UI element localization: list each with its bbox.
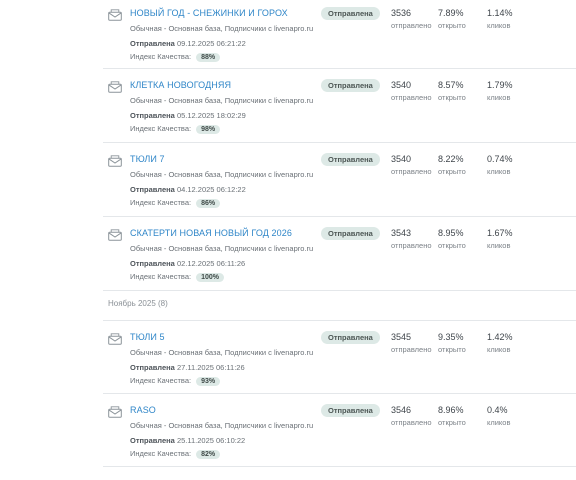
campaign-subtitle: Обычная - Основная база, Подписчики с li… <box>130 24 314 33</box>
campaign-sent-date: Отправлена 02.12.2025 06:11:26 <box>130 259 246 268</box>
campaign-title-link[interactable]: ТЮЛИ 7 <box>130 154 165 164</box>
status-badge: Отправлена <box>321 7 380 20</box>
click-rate-stat: 0.74% кликов <box>487 154 513 176</box>
campaign-sent-date: Отправлена 04.12.2025 06:12:22 <box>130 185 246 194</box>
month-section-title: Ноябрь 2025 (8) <box>108 299 168 308</box>
quality-badge: 82% <box>196 450 221 459</box>
campaign-title-link[interactable]: ТЮЛИ 5 <box>130 332 165 342</box>
campaign-list: НОВЫЙ ГОД - СНЕЖИНКИ И ГОРОХ Обычная - О… <box>0 0 576 467</box>
status-badge: Отправлена <box>321 331 380 344</box>
campaign-row: RASO Обычная - Основная база, Подписчики… <box>103 394 576 467</box>
campaign-sent-date: Отправлена 09.12.2025 06:21:22 <box>130 39 246 48</box>
status-badge: Отправлена <box>321 79 380 92</box>
campaign-subtitle: Обычная - Основная база, Подписчики с li… <box>130 244 314 253</box>
campaign-subtitle: Обычная - Основная база, Подписчики с li… <box>130 348 314 357</box>
quality-badge: 93% <box>196 377 221 386</box>
quality-index: Индекс Качества: 93% <box>130 376 221 386</box>
click-rate-stat: 0.4% кликов <box>487 405 511 427</box>
campaign-row: ТЮЛИ 7 Обычная - Основная база, Подписчи… <box>103 143 576 217</box>
quality-index: Индекс Качества: 82% <box>130 449 221 459</box>
envelope-icon <box>108 229 122 241</box>
campaign-row: НОВЫЙ ГОД - СНЕЖИНКИ И ГОРОХ Обычная - О… <box>103 0 576 69</box>
campaign-title-link[interactable]: КЛЕТКА НОВОГОДНЯЯ <box>130 80 231 90</box>
campaign-sent-date: Отправлена 27.11.2025 06:11:26 <box>130 363 245 372</box>
quality-badge: 86% <box>196 199 221 208</box>
click-rate-stat: 1.67% кликов <box>487 228 513 250</box>
envelope-icon <box>108 155 122 167</box>
click-rate-stat: 1.14% кликов <box>487 8 513 30</box>
quality-badge: 100% <box>196 273 224 282</box>
status-badge: Отправлена <box>321 227 380 240</box>
click-rate-stat: 1.79% кликов <box>487 80 513 102</box>
quality-index: Индекс Качества: 100% <box>130 272 224 282</box>
quality-badge: 98% <box>196 125 221 134</box>
envelope-icon <box>108 333 122 345</box>
click-rate-stat: 1.42% кликов <box>487 332 513 354</box>
envelope-icon <box>108 406 122 418</box>
campaign-title-link[interactable]: RASO <box>130 405 156 415</box>
quality-index: Индекс Качества: 88% <box>130 52 221 62</box>
campaign-sent-date: Отправлена 25.11.2025 06:10:22 <box>130 436 246 445</box>
quality-index: Индекс Качества: 86% <box>130 198 221 208</box>
envelope-icon <box>108 9 122 21</box>
month-section-header[interactable]: Ноябрь 2025 (8) <box>103 291 576 321</box>
campaign-subtitle: Обычная - Основная база, Подписчики с li… <box>130 96 314 105</box>
campaign-row: КЛЕТКА НОВОГОДНЯЯ Обычная - Основная баз… <box>103 69 576 143</box>
campaign-sent-date: Отправлена 05.12.2025 18:02:29 <box>130 111 246 120</box>
campaign-title-link[interactable]: НОВЫЙ ГОД - СНЕЖИНКИ И ГОРОХ <box>130 8 288 18</box>
campaign-title-link[interactable]: СКАТЕРТИ НОВАЯ НОВЫЙ ГОД 2026 <box>130 228 292 238</box>
quality-index: Индекс Качества: 98% <box>130 124 221 134</box>
campaign-row: ТЮЛИ 5 Обычная - Основная база, Подписчи… <box>103 321 576 394</box>
envelope-icon <box>108 81 122 93</box>
campaign-row: СКАТЕРТИ НОВАЯ НОВЫЙ ГОД 2026 Обычная - … <box>103 217 576 291</box>
status-badge: Отправлена <box>321 404 380 417</box>
campaign-subtitle: Обычная - Основная база, Подписчики с li… <box>130 421 314 430</box>
quality-badge: 88% <box>196 53 221 62</box>
status-badge: Отправлена <box>321 153 380 166</box>
campaign-subtitle: Обычная - Основная база, Подписчики с li… <box>130 170 314 179</box>
